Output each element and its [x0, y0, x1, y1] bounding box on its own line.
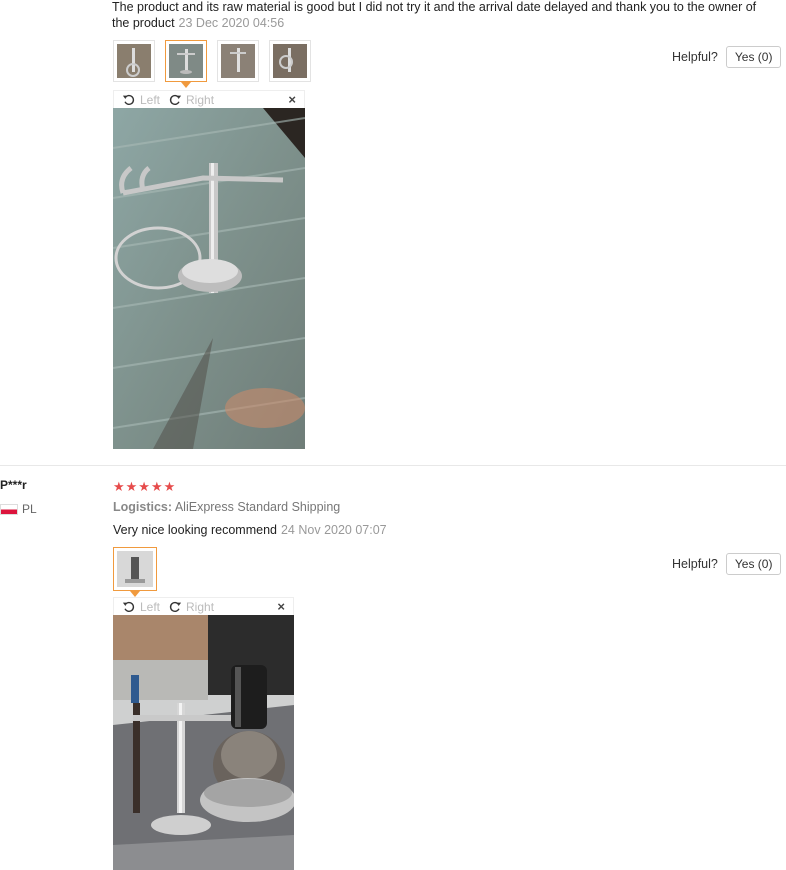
- review-1-thumbnails: [113, 40, 311, 88]
- review-2-rating-stars: ★★★★★: [113, 479, 177, 494]
- rotate-right-label: Right: [186, 92, 215, 107]
- rotate-left-icon: [122, 94, 135, 105]
- review-2-author: P***r: [0, 478, 27, 492]
- review-1-helpful: Helpful? Yes (0): [672, 46, 782, 68]
- thumbnail-image: [169, 44, 203, 78]
- rotate-left-label: Left: [140, 599, 161, 614]
- review-2-thumbnails: [113, 547, 157, 597]
- review-1-thumbnail[interactable]: [269, 40, 311, 82]
- review-2-thumbnail-active[interactable]: [113, 547, 157, 597]
- close-icon[interactable]: ×: [277, 599, 285, 614]
- review-1-photo: [113, 108, 305, 449]
- rotate-right-label: Right: [186, 599, 215, 614]
- review-1-image-viewer-toolbar: Left Right ×: [113, 90, 305, 108]
- review-2-helpful: Helpful? Yes (0): [672, 553, 782, 575]
- rotate-right-button[interactable]: Right: [168, 600, 214, 614]
- rotate-right-button[interactable]: Right: [168, 93, 214, 107]
- rotate-left-label: Left: [140, 92, 161, 107]
- helpful-yes-button[interactable]: Yes (0): [725, 553, 782, 575]
- review-divider: [0, 465, 786, 466]
- rotate-right-icon: [169, 94, 182, 105]
- review-2-country: PL: [0, 502, 37, 516]
- thumbnail-image: [221, 44, 255, 78]
- country-code: PL: [22, 502, 37, 516]
- thumbnail-image: [117, 551, 153, 587]
- review-2-photo: [113, 615, 294, 870]
- flag-icon: [0, 503, 18, 515]
- review-2-text-block: Very nice looking recommend 24 Nov 2020 0…: [113, 522, 387, 538]
- thumbnail-image: [273, 44, 307, 78]
- review-1-thumbnail[interactable]: [113, 40, 155, 82]
- logistics-label: Logistics:: [113, 500, 173, 514]
- review-1-date: 23 Dec 2020 04:56: [178, 16, 285, 30]
- close-icon[interactable]: ×: [288, 92, 296, 107]
- helpful-label: Helpful?: [672, 50, 718, 64]
- helpful-yes-button[interactable]: Yes (0): [725, 46, 782, 68]
- rotate-left-icon: [122, 601, 135, 612]
- rotate-left-button[interactable]: Left: [122, 600, 160, 614]
- thumbnail-image: [117, 44, 151, 78]
- review-2-date: 24 Nov 2020 07:07: [280, 523, 387, 537]
- helpful-label: Helpful?: [672, 557, 718, 571]
- review-2-image-viewer-toolbar: Left Right ×: [113, 597, 294, 615]
- logistics-value: AliExpress Standard Shipping: [174, 500, 341, 514]
- review-1-thumbnail[interactable]: [217, 40, 259, 82]
- review-2-text: Very nice looking recommend: [113, 523, 277, 537]
- review-2-logistics: Logistics: AliExpress Standard Shipping: [113, 500, 340, 514]
- rotate-left-button[interactable]: Left: [122, 93, 160, 107]
- review-1-text-block: The product and its raw material is good…: [112, 0, 772, 31]
- review-1-thumbnail-active[interactable]: [165, 40, 207, 88]
- rotate-right-icon: [169, 601, 182, 612]
